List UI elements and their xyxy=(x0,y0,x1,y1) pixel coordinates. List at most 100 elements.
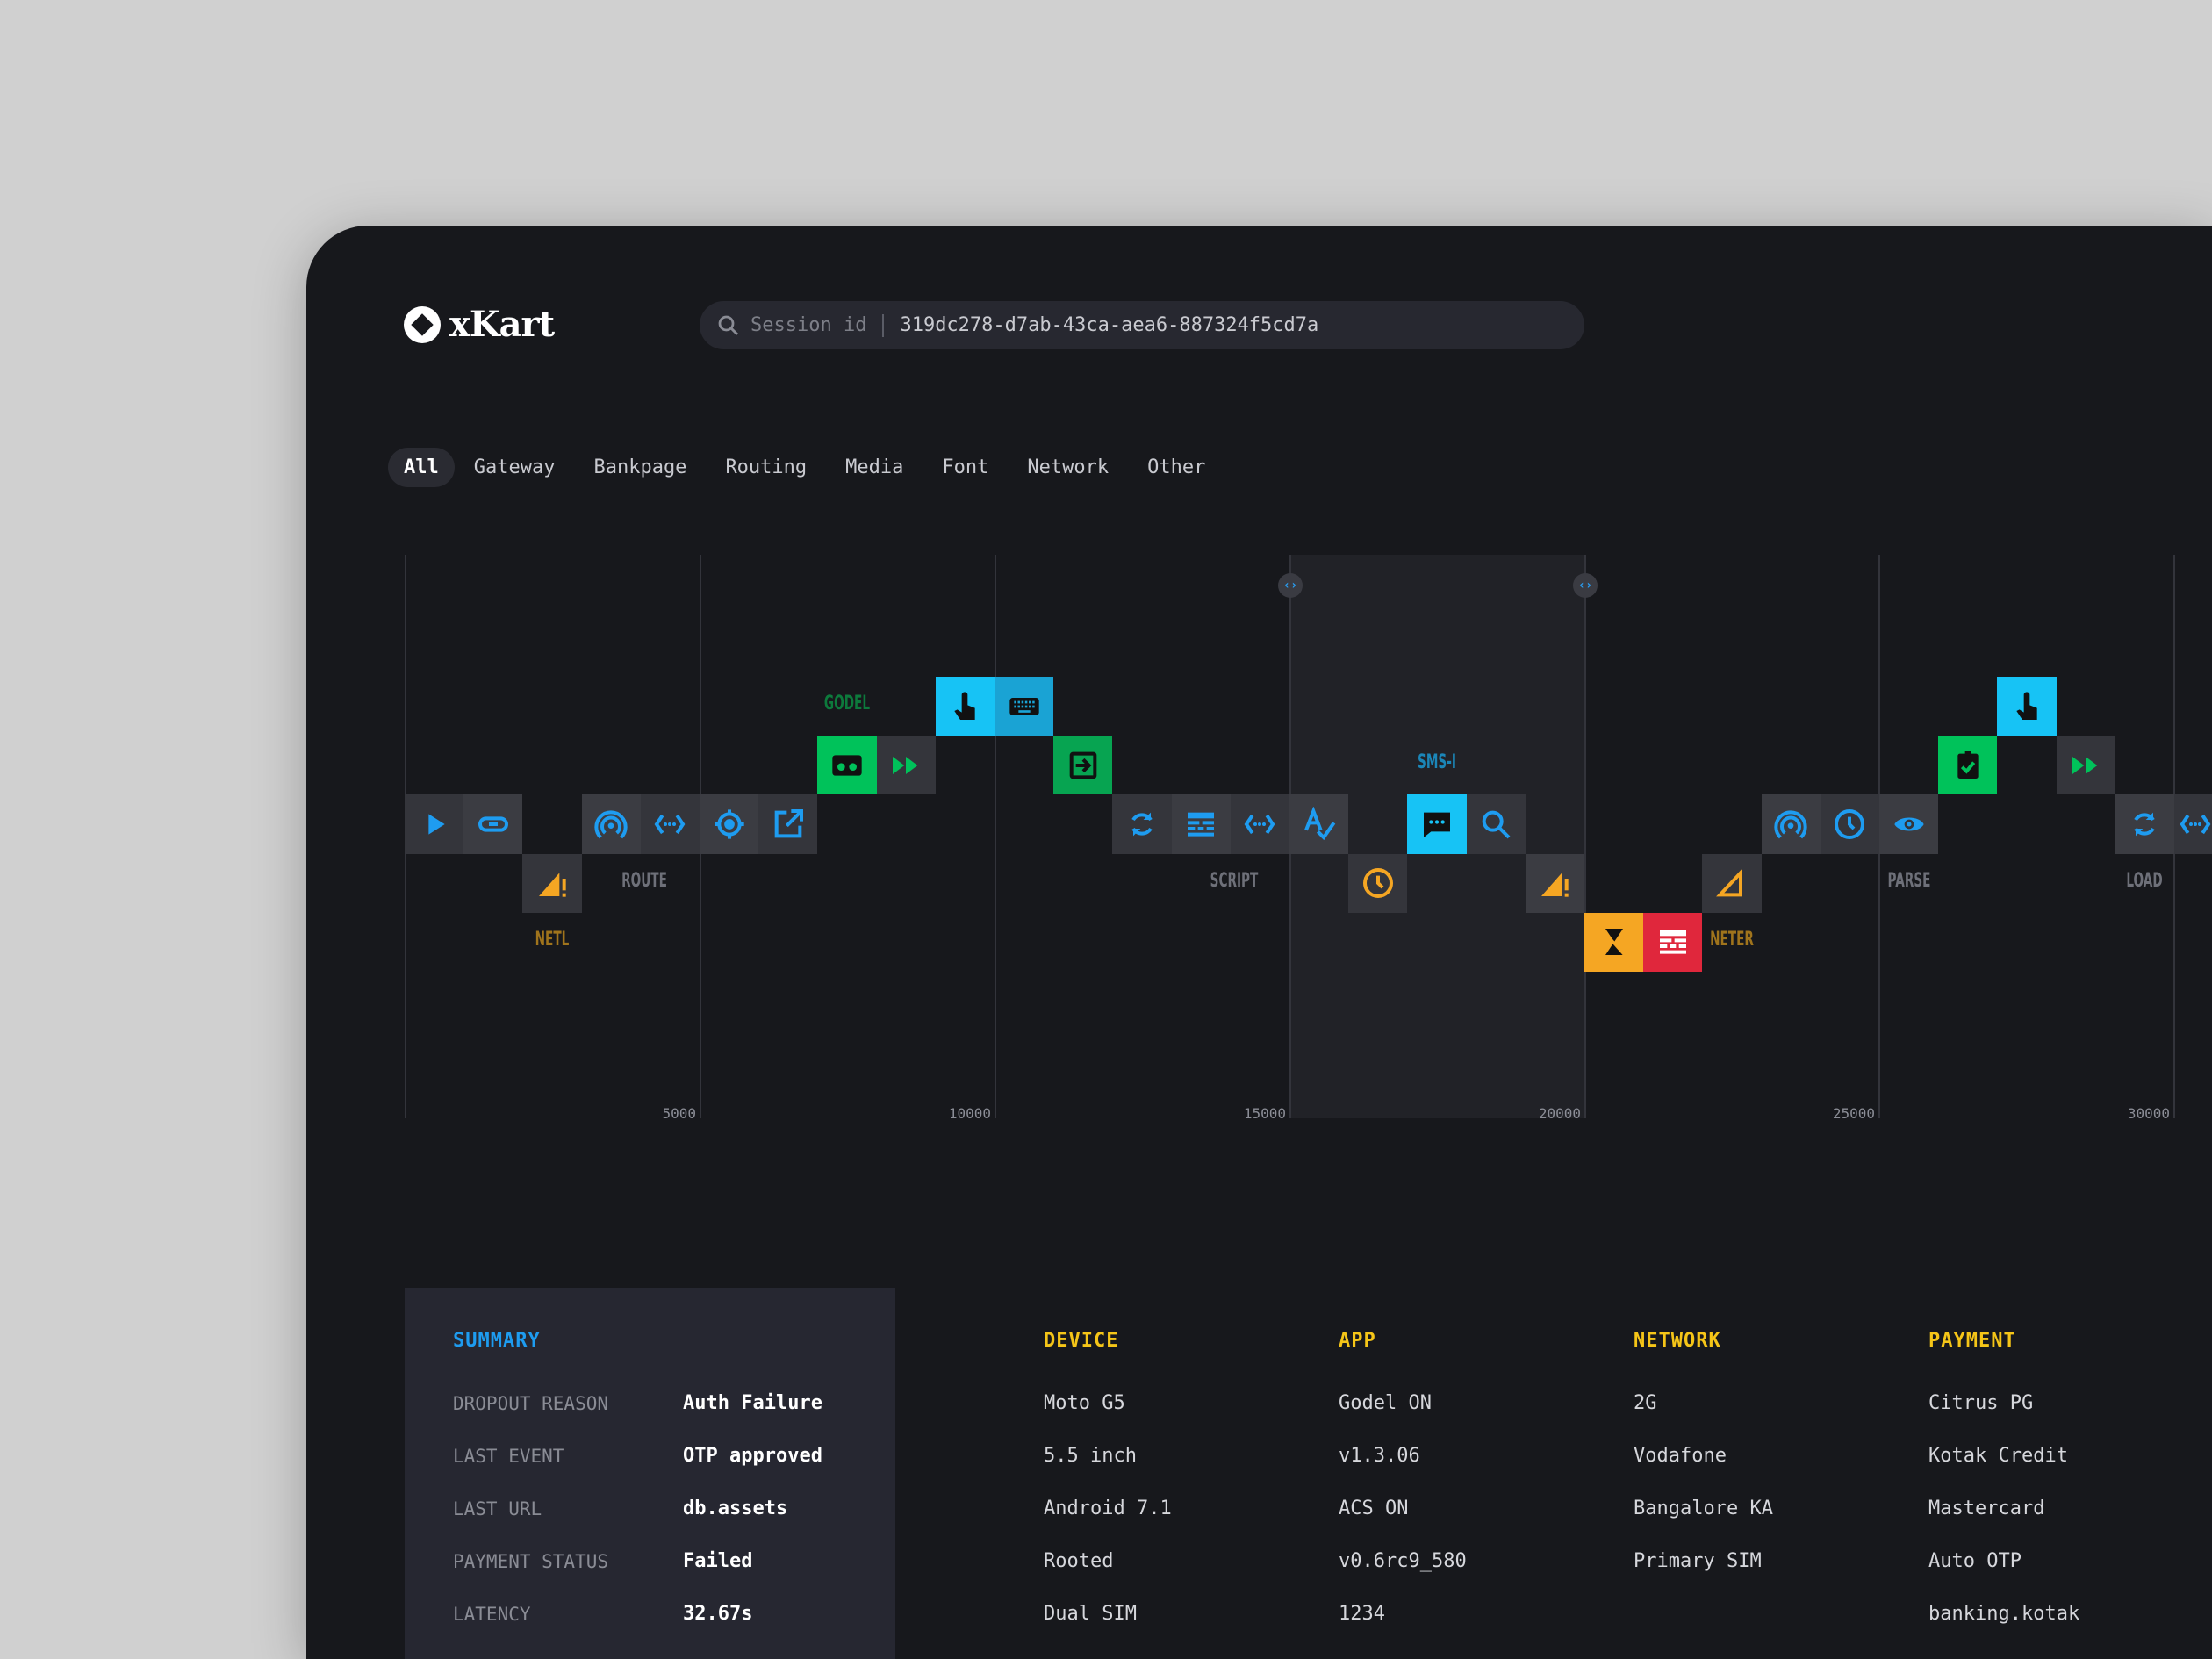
event-group-label: GODEL xyxy=(823,693,871,715)
section-value: Bangalore KA xyxy=(1634,1497,1773,1519)
search-icon xyxy=(1482,810,1511,839)
event-search[interactable] xyxy=(1466,794,1526,854)
timeline-tick-label: 30000 xyxy=(2127,1105,2170,1122)
event-group-label: ROUTE xyxy=(621,869,667,892)
timeline-gridline xyxy=(1584,555,1586,1118)
touch-icon xyxy=(954,691,976,720)
external-link-icon xyxy=(774,808,803,838)
tab-other[interactable]: Other xyxy=(1128,448,1224,487)
event-external-link[interactable] xyxy=(758,794,818,854)
tab-bankpage[interactable]: Bankpage xyxy=(574,448,706,487)
code-icon xyxy=(1244,814,1275,835)
tab-font[interactable]: Font xyxy=(923,448,1008,487)
event-target[interactable] xyxy=(700,794,759,854)
summary-value: 32.67s xyxy=(683,1603,753,1625)
triangle-outline-icon xyxy=(1716,868,1742,897)
summary-title: SUMMARY xyxy=(453,1330,541,1352)
event-cassette[interactable] xyxy=(817,736,877,795)
event-link[interactable] xyxy=(463,794,523,854)
tab-all[interactable]: All xyxy=(388,448,455,487)
tab-routing[interactable]: Routing xyxy=(706,448,826,487)
section-value: Citrus PG xyxy=(1928,1392,2034,1414)
warning-icon xyxy=(1541,873,1569,897)
event-table[interactable] xyxy=(1171,794,1231,854)
timeline-tick-label: 25000 xyxy=(1832,1105,1875,1122)
broadcast-icon xyxy=(594,810,628,839)
range-handle-left-icon[interactable]: ‹› xyxy=(1278,573,1303,598)
event-eye[interactable] xyxy=(1879,794,1939,854)
fast-forward-icon xyxy=(2072,756,2098,774)
event-refresh[interactable] xyxy=(2115,794,2174,854)
event-warning[interactable] xyxy=(522,853,582,913)
section-title-network: NETWORK xyxy=(1634,1330,1721,1352)
section-title-device: DEVICE xyxy=(1044,1330,1119,1352)
link-icon xyxy=(478,816,508,832)
summary-value: OTP approved xyxy=(683,1445,822,1467)
event-broadcast[interactable] xyxy=(1761,794,1821,854)
event-group-label: SMS-I xyxy=(1418,751,1456,774)
event-refresh[interactable] xyxy=(1112,794,1172,854)
summary-label: PAYMENT STATUS xyxy=(453,1551,609,1572)
event-triangle-outline[interactable] xyxy=(1702,853,1762,913)
timeline-tick-label: 20000 xyxy=(1538,1105,1581,1122)
event-code[interactable] xyxy=(1230,794,1289,854)
timeline-tick-label: 5000 xyxy=(662,1105,696,1122)
code-icon xyxy=(654,814,686,835)
section-value: Vodafone xyxy=(1634,1445,1727,1467)
timeline-tick-label: 15000 xyxy=(1243,1105,1286,1122)
event-clock[interactable] xyxy=(1348,853,1408,913)
target-icon xyxy=(714,809,744,839)
summary-value: db.assets xyxy=(683,1497,788,1519)
event-login[interactable] xyxy=(1053,736,1113,795)
section-value: 2G xyxy=(1634,1392,1657,1414)
fast-forward-icon xyxy=(893,756,918,774)
event-broadcast[interactable] xyxy=(581,794,641,854)
login-icon xyxy=(1069,751,1097,779)
broadcast-icon xyxy=(1774,810,1807,839)
event-clock[interactable] xyxy=(1820,794,1879,854)
eye-icon xyxy=(1893,817,1924,831)
event-code[interactable] xyxy=(2174,794,2212,854)
event-clipboard-check[interactable] xyxy=(1938,736,1998,795)
tab-network[interactable]: Network xyxy=(1008,448,1128,487)
section-value: Godel ON xyxy=(1339,1392,1432,1414)
section-value: banking.kotak xyxy=(1928,1603,2080,1625)
event-group-label: LOAD xyxy=(2126,869,2164,892)
event-table[interactable] xyxy=(1643,912,1703,972)
play-icon xyxy=(427,814,445,835)
section-value: Android 7.1 xyxy=(1044,1497,1172,1519)
event-touch[interactable] xyxy=(1997,677,2057,736)
event-hourglass-off[interactable] xyxy=(1584,912,1644,972)
search-value[interactable]: 319dc278-d7ab-43ca-aea6-887324f5cd7a xyxy=(900,314,1318,336)
event-chat[interactable] xyxy=(1407,794,1467,854)
event-fast-forward[interactable] xyxy=(2056,736,2115,795)
range-handle-right-icon[interactable]: ‹› xyxy=(1573,573,1598,598)
event-code[interactable] xyxy=(640,794,700,854)
logo[interactable]: xKart xyxy=(404,304,555,345)
event-keyboard[interactable] xyxy=(995,677,1054,736)
warning-icon xyxy=(538,873,566,897)
event-touch[interactable] xyxy=(935,677,995,736)
clock-icon xyxy=(1362,868,1393,899)
event-warning[interactable] xyxy=(1525,853,1584,913)
session-search-input[interactable]: Session id 319dc278-d7ab-43ca-aea6-88732… xyxy=(700,301,1584,349)
refresh-icon xyxy=(2134,812,2156,837)
event-group-label: PARSE xyxy=(1887,869,1931,892)
event-spellcheck[interactable] xyxy=(1289,794,1349,854)
section-value: Moto G5 xyxy=(1044,1392,1125,1414)
refresh-icon xyxy=(1131,812,1153,837)
section-value: Auto OTP xyxy=(1928,1550,2022,1572)
tab-gateway[interactable]: Gateway xyxy=(455,448,575,487)
section-value: v1.3.06 xyxy=(1339,1445,1420,1467)
section-title-payment: PAYMENT xyxy=(1928,1330,2016,1352)
section-value: Dual SIM xyxy=(1044,1603,1137,1625)
event-fast-forward[interactable] xyxy=(876,736,936,795)
code-icon xyxy=(2180,814,2211,835)
chat-icon xyxy=(1423,812,1450,837)
summary-label: LAST EVENT xyxy=(453,1446,564,1467)
event-play[interactable] xyxy=(405,794,464,854)
summary-value: Auth Failure xyxy=(683,1392,822,1414)
summary-panel: SUMMARY DROPOUT REASON Auth Failure LAST … xyxy=(405,1288,895,1659)
tab-media[interactable]: Media xyxy=(826,448,923,487)
summary-label: LATENCY xyxy=(453,1604,531,1625)
